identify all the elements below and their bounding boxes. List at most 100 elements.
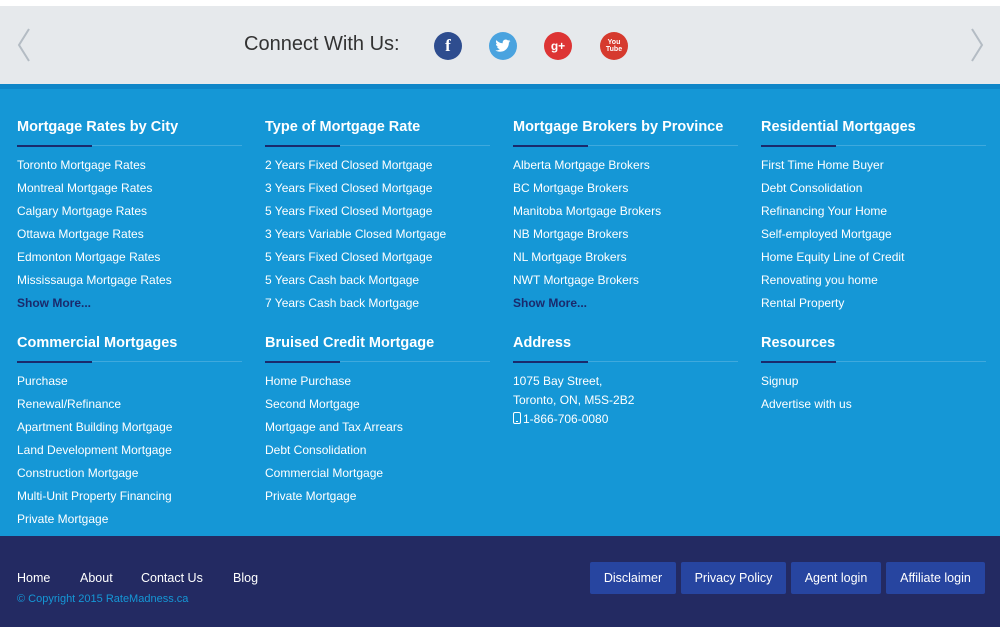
- column-title: Mortgage Brokers by Province: [513, 119, 724, 135]
- youtube-icon[interactable]: You Tube: [600, 32, 628, 60]
- link-bruised-commercial[interactable]: Commercial Mortgage: [265, 466, 383, 480]
- footer-nav-blog[interactable]: Blog: [233, 571, 258, 585]
- column-rate-type: Type of Mortgage Rate 2 Years Fixed Clos…: [265, 119, 490, 319]
- link-renovating[interactable]: Renovating you home: [761, 273, 878, 287]
- link-apartment-building[interactable]: Apartment Building Mortgage: [17, 420, 172, 434]
- link-bruised-private[interactable]: Private Mortgage: [265, 489, 356, 503]
- link-multi-unit[interactable]: Multi-Unit Property Financing: [17, 489, 172, 503]
- link-3yr-variable[interactable]: 3 Years Variable Closed Mortgage: [265, 227, 446, 241]
- show-more-brokers-link[interactable]: Show More...: [513, 296, 587, 310]
- list-item: Edmonton Mortgage Rates: [17, 250, 242, 273]
- link-list: Home Purchase Second Mortgage Mortgage a…: [265, 374, 490, 512]
- copyright-text: © Copyright 2015 RateMadness.ca: [17, 593, 189, 605]
- column-bruised-credit: Bruised Credit Mortgage Home Purchase Se…: [265, 335, 490, 512]
- column-title: Type of Mortgage Rate: [265, 119, 421, 135]
- link-refinancing[interactable]: Refinancing Your Home: [761, 204, 887, 218]
- link-self-employed[interactable]: Self-employed Mortgage: [761, 227, 892, 241]
- link-private-mortgage[interactable]: Private Mortgage: [17, 512, 108, 526]
- list-item: Renovating you home: [761, 273, 986, 296]
- link-nb-brokers[interactable]: NB Mortgage Brokers: [513, 227, 628, 241]
- column-title: Commercial Mortgages: [17, 335, 178, 351]
- list-item: Renewal/Refinance: [17, 397, 242, 420]
- address-city: Toronto, ON, M5S-2B2: [513, 393, 635, 407]
- list-item: NB Mortgage Brokers: [513, 227, 738, 250]
- link-renewal-refinance[interactable]: Renewal/Refinance: [17, 397, 121, 411]
- facebook-icon[interactable]: f: [434, 32, 462, 60]
- list-item: NL Mortgage Brokers: [513, 250, 738, 273]
- link-list: 2 Years Fixed Closed Mortgage 3 Years Fi…: [265, 158, 490, 319]
- link-alberta-brokers[interactable]: Alberta Mortgage Brokers: [513, 158, 650, 172]
- footer-nav-about[interactable]: About: [80, 571, 113, 585]
- link-first-time-buyer[interactable]: First Time Home Buyer: [761, 158, 884, 172]
- list-item: 5 Years Fixed Closed Mortgage: [265, 250, 490, 273]
- twitter-bird-icon: [495, 39, 511, 52]
- footer-nav-contact[interactable]: Contact Us: [141, 571, 203, 585]
- title-underline: [265, 145, 490, 147]
- link-second-mortgage[interactable]: Second Mortgage: [265, 397, 360, 411]
- google-plus-icon[interactable]: g+: [544, 32, 572, 60]
- link-list: First Time Home Buyer Debt Consolidation…: [761, 158, 986, 319]
- link-3yr-fixed[interactable]: 3 Years Fixed Closed Mortgage: [265, 181, 432, 195]
- link-signup[interactable]: Signup: [761, 374, 798, 388]
- list-item: BC Mortgage Brokers: [513, 181, 738, 204]
- list-item: Show More...: [513, 296, 738, 319]
- show-more-cities-link[interactable]: Show More...: [17, 296, 91, 310]
- footer-links-section: Mortgage Rates by City Toronto Mortgage …: [0, 84, 1000, 536]
- list-item: Alberta Mortgage Brokers: [513, 158, 738, 181]
- link-land-development[interactable]: Land Development Mortgage: [17, 443, 172, 457]
- link-montreal-rates[interactable]: Montreal Mortgage Rates: [17, 181, 152, 195]
- list-item: Mississauga Mortgage Rates: [17, 273, 242, 296]
- link-manitoba-brokers[interactable]: Manitoba Mortgage Brokers: [513, 204, 661, 218]
- agent-login-button[interactable]: Agent login: [791, 562, 881, 594]
- link-bruised-debt-consolidation[interactable]: Debt Consolidation: [265, 443, 366, 457]
- connect-bar: Connect With Us: f g+ You Tube: [0, 6, 1000, 84]
- link-list: Toronto Mortgage Rates Montreal Mortgage…: [17, 158, 242, 319]
- link-heloc[interactable]: Home Equity Line of Credit: [761, 250, 904, 264]
- link-ottawa-rates[interactable]: Ottawa Mortgage Rates: [17, 227, 144, 241]
- list-item: Debt Consolidation: [761, 181, 986, 204]
- list-item: Refinancing Your Home: [761, 204, 986, 227]
- link-rental-property[interactable]: Rental Property: [761, 296, 844, 310]
- link-5yr-cashback[interactable]: 5 Years Cash back Mortgage: [265, 273, 419, 287]
- link-debt-consolidation[interactable]: Debt Consolidation: [761, 181, 862, 195]
- link-edmonton-rates[interactable]: Edmonton Mortgage Rates: [17, 250, 160, 264]
- column-title: Mortgage Rates by City: [17, 119, 179, 135]
- list-item: 3 Years Fixed Closed Mortgage: [265, 181, 490, 204]
- link-7yr-cashback[interactable]: 7 Years Cash back Mortgage: [265, 296, 419, 310]
- link-5yr-fixed-2[interactable]: 5 Years Fixed Closed Mortgage: [265, 250, 432, 264]
- link-nl-brokers[interactable]: NL Mortgage Brokers: [513, 250, 627, 264]
- link-purchase[interactable]: Purchase: [17, 374, 68, 388]
- link-2yr-fixed[interactable]: 2 Years Fixed Closed Mortgage: [265, 158, 432, 172]
- link-list: Alberta Mortgage Brokers BC Mortgage Bro…: [513, 158, 738, 319]
- link-bc-brokers[interactable]: BC Mortgage Brokers: [513, 181, 628, 195]
- link-construction[interactable]: Construction Mortgage: [17, 466, 138, 480]
- youtube-glyph-top: You: [607, 39, 621, 46]
- title-underline: [761, 145, 986, 147]
- link-5yr-fixed[interactable]: 5 Years Fixed Closed Mortgage: [265, 204, 432, 218]
- link-tax-arrears[interactable]: Mortgage and Tax Arrears: [265, 420, 403, 434]
- link-nwt-brokers[interactable]: NWT Mortgage Brokers: [513, 273, 639, 287]
- list-item: Land Development Mortgage: [17, 443, 242, 466]
- chevron-left-icon[interactable]: [17, 28, 31, 62]
- affiliate-login-button[interactable]: Affiliate login: [886, 562, 985, 594]
- list-item: Home Purchase: [265, 374, 490, 397]
- list-item: Advertise with us: [761, 397, 986, 420]
- address-phone: 1-866-706-0080: [523, 412, 609, 426]
- privacy-policy-button[interactable]: Privacy Policy: [681, 562, 786, 594]
- title-underline: [17, 361, 242, 363]
- twitter-icon[interactable]: [489, 32, 517, 60]
- list-item: Signup: [761, 374, 986, 397]
- list-item: Mortgage and Tax Arrears: [265, 420, 490, 443]
- footer-nav-home[interactable]: Home: [17, 571, 50, 585]
- list-item: Second Mortgage: [265, 397, 490, 420]
- list-item: Home Equity Line of Credit: [761, 250, 986, 273]
- link-mississauga-rates[interactable]: Mississauga Mortgage Rates: [17, 273, 172, 287]
- column-rates-by-city: Mortgage Rates by City Toronto Mortgage …: [17, 119, 242, 319]
- chevron-right-icon[interactable]: [970, 28, 984, 62]
- mobile-phone-icon: [513, 412, 521, 424]
- link-calgary-rates[interactable]: Calgary Mortgage Rates: [17, 204, 147, 218]
- link-home-purchase[interactable]: Home Purchase: [265, 374, 351, 388]
- link-toronto-rates[interactable]: Toronto Mortgage Rates: [17, 158, 146, 172]
- disclaimer-button[interactable]: Disclaimer: [590, 562, 676, 594]
- link-advertise[interactable]: Advertise with us: [761, 397, 852, 411]
